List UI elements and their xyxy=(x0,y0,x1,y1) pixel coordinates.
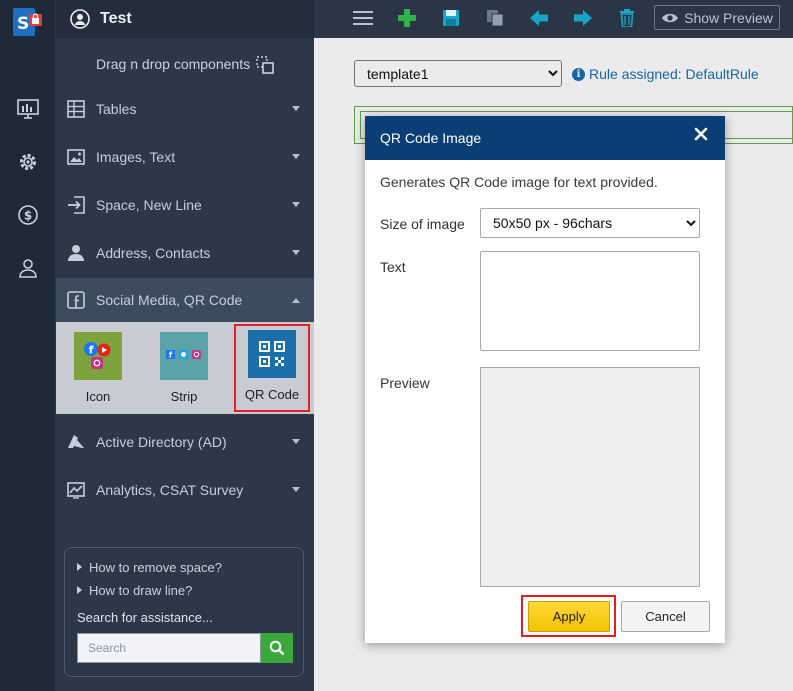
dashboard-icon[interactable] xyxy=(16,97,40,121)
component-panel: Test Drag n drop components Tables Image… xyxy=(56,0,314,691)
drag-drop-icon xyxy=(256,56,274,74)
help-search-input[interactable] xyxy=(77,633,261,663)
back-arrow-icon xyxy=(530,10,548,26)
eye-icon xyxy=(662,13,679,22)
text-label: Text xyxy=(380,259,406,275)
avatar-icon[interactable] xyxy=(70,9,90,29)
social-tiles: f Icon f Strip QR Code xyxy=(56,322,314,414)
category-label: Active Directory (AD) xyxy=(96,434,227,450)
category-label: Social Media, QR Code xyxy=(96,292,243,308)
category-active-directory[interactable]: Active Directory (AD) xyxy=(56,419,314,465)
dialog-header: QR Code Image xyxy=(365,116,725,160)
redo-button[interactable] xyxy=(570,6,596,30)
category-social-media-qr[interactable]: Social Media, QR Code xyxy=(56,278,314,322)
category-analytics-csat[interactable]: Analytics, CSAT Survey xyxy=(56,467,314,513)
azure-icon xyxy=(66,432,86,452)
tile-qr-code[interactable]: QR Code xyxy=(234,324,310,412)
search-assistance-label: Search for assistance... xyxy=(77,610,213,625)
svg-text:f: f xyxy=(169,351,173,360)
chevron-up-icon xyxy=(292,298,300,303)
app-title: Test xyxy=(100,10,132,27)
table-icon xyxy=(66,99,86,119)
image-icon xyxy=(66,147,86,167)
copy-button[interactable] xyxy=(482,6,508,30)
qr-code-dialog: QR Code Image Generates QR Code image fo… xyxy=(365,116,725,643)
preview-label: Preview xyxy=(380,375,430,391)
tile-label: Strip xyxy=(170,389,198,404)
add-icon xyxy=(398,9,416,27)
close-icon[interactable] xyxy=(693,126,709,142)
search-icon xyxy=(269,640,285,656)
copy-icon xyxy=(487,10,504,27)
gear-icon[interactable] xyxy=(16,150,40,174)
category-label: Analytics, CSAT Survey xyxy=(96,482,244,498)
save-icon xyxy=(443,10,459,26)
dialog-title: QR Code Image xyxy=(380,130,482,146)
size-of-image-select[interactable]: 50x50 px - 96chars xyxy=(480,208,700,238)
trash-icon xyxy=(620,9,634,27)
chevron-down-icon xyxy=(292,487,300,492)
cancel-button[interactable]: Cancel xyxy=(621,601,710,632)
social-strip-thumbnail-icon: f xyxy=(160,332,208,380)
help-box: How to remove space? How to draw line? S… xyxy=(64,547,304,677)
chevron-down-icon xyxy=(292,439,300,444)
drag-drop-text: Drag n drop components xyxy=(96,56,251,72)
tile-strip[interactable]: f Strip xyxy=(148,328,220,410)
panel-header: Test xyxy=(56,0,314,38)
category-label: Images, Text xyxy=(96,149,176,165)
analytics-icon xyxy=(66,480,86,500)
signature-app-logo-icon[interactable]: S xyxy=(13,8,43,36)
delete-button[interactable] xyxy=(614,6,640,30)
drag-drop-label: Drag n drop components xyxy=(56,56,314,74)
category-label: Tables xyxy=(96,101,137,117)
help-search-row xyxy=(77,633,293,663)
category-label: Address, Contacts xyxy=(96,245,211,261)
svg-text:S: S xyxy=(17,14,29,34)
svg-text:f: f xyxy=(89,344,94,357)
icon-rail: S $ xyxy=(0,0,56,691)
dialog-description: Generates QR Code image for text provide… xyxy=(380,174,658,190)
help-link-draw-line[interactable]: How to draw line? xyxy=(77,583,291,598)
chevron-down-icon xyxy=(292,202,300,207)
editor-toolbar: Show Preview xyxy=(314,0,793,38)
forward-arrow-icon xyxy=(574,10,592,26)
chevron-down-icon xyxy=(292,106,300,111)
tile-icon[interactable]: f Icon xyxy=(62,328,134,410)
dollar-icon[interactable]: $ xyxy=(16,203,40,227)
qr-code-thumbnail-icon xyxy=(248,330,296,378)
save-button[interactable] xyxy=(438,6,464,30)
facebook-icon xyxy=(66,290,86,310)
category-space-new-line[interactable]: Space, New Line xyxy=(56,182,314,228)
category-address-contacts[interactable]: Address, Contacts xyxy=(56,230,314,276)
help-search-button[interactable] xyxy=(261,633,293,663)
undo-button[interactable] xyxy=(526,6,552,30)
help-link-remove-space[interactable]: How to remove space? xyxy=(77,560,291,575)
user-icon[interactable] xyxy=(16,256,40,280)
svg-text:$: $ xyxy=(24,209,32,223)
social-icons-thumbnail-icon: f xyxy=(74,332,122,380)
category-label: Space, New Line xyxy=(96,197,202,213)
qr-preview-box xyxy=(480,367,700,587)
chevron-down-icon xyxy=(292,250,300,255)
menu-icon xyxy=(353,11,373,25)
arrow-into-box-icon xyxy=(66,195,86,215)
category-tables[interactable]: Tables xyxy=(56,86,314,132)
show-preview-label: Show Preview xyxy=(684,9,773,26)
tile-label: QR Code xyxy=(244,387,300,402)
person-icon xyxy=(66,243,86,263)
add-button[interactable] xyxy=(394,6,420,30)
chevron-down-icon xyxy=(292,154,300,159)
menu-button[interactable] xyxy=(350,6,376,30)
apply-button[interactable]: Apply xyxy=(528,601,610,632)
category-images-text[interactable]: Images, Text xyxy=(56,134,314,180)
show-preview-button[interactable]: Show Preview xyxy=(654,5,780,30)
qr-text-input[interactable] xyxy=(480,251,700,351)
size-of-image-label: Size of image xyxy=(380,216,465,232)
tile-label: Icon xyxy=(85,389,111,404)
